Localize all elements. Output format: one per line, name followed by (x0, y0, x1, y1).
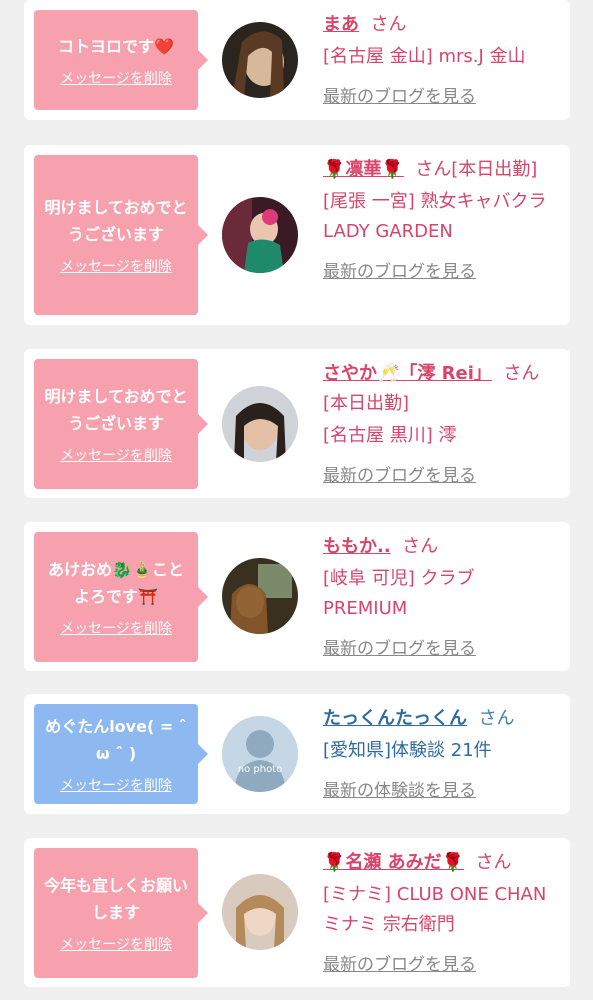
latest-blog-link[interactable]: 最新のブログを見る (323, 257, 559, 287)
avatar[interactable] (222, 22, 298, 98)
message-bubble: あけおめ🐉🎍ことよろです⛩️ メッセージを削除 (34, 532, 208, 662)
honorific: さん[本日出勤] (415, 159, 538, 180)
no-photo-label: no photo (237, 764, 283, 775)
latest-blog-link[interactable]: 最新のブログを見る (323, 634, 559, 664)
message-text: 明けましておめでとうございます (44, 387, 188, 433)
message-bubble: 明けましておめでとうございます メッセージを削除 (34, 155, 208, 315)
message-text: あけおめ🐉🎍ことよろです⛩️ (48, 560, 184, 606)
latest-review-link[interactable]: 最新の体験談を見る (323, 776, 559, 806)
profile-info: さやか🥂「澪 Rei」 さん[本日出勤] [名古屋 黒川] 澪 最新のブログを見… (323, 359, 559, 491)
profile-name-link[interactable]: ももか.. (323, 536, 391, 557)
avatar[interactable] (222, 874, 298, 950)
latest-blog-link[interactable]: 最新のブログを見る (323, 950, 559, 980)
latest-blog-link[interactable]: 最新のブログを見る (323, 461, 559, 491)
profile-info: まあ さん [名古屋 金山] mrs.J 金山 最新のブログを見る (323, 10, 559, 112)
message-bubble: 明けましておめでとうございます メッセージを削除 (34, 359, 208, 489)
message-card: コトヨロです❤️ メッセージを削除 まあ さん [名古屋 金山] mrs.J 金… (24, 0, 570, 120)
shop-info: [岐阜 可児] クラブ PREMIUM (323, 568, 475, 619)
profile-name-link[interactable]: さやか🥂「澪 Rei」 (323, 363, 492, 384)
profile-info: 🌹凛華🌹 さん[本日出勤] [尾張 一宮] 熟女キャバクラ LADY GARDE… (323, 155, 559, 287)
message-card: あけおめ🐉🎍ことよろです⛩️ メッセージを削除 ももか.. さん [岐阜 可児]… (24, 522, 570, 671)
honorific: さん (402, 536, 439, 557)
honorific: さん (370, 14, 407, 35)
avatar[interactable]: no photo (222, 716, 298, 792)
message-card: 明けましておめでとうございます メッセージを削除 さやか🥂「澪 Rei」 さん[… (24, 349, 570, 498)
message-card: めぐたんlove( = ˆ ω ˆ ) メッセージを削除 no photo たっ… (24, 694, 570, 814)
honorific: さん (478, 708, 515, 729)
review-info: [愛知県]体験談 21件 (323, 740, 492, 761)
avatar[interactable] (222, 558, 298, 634)
profile-name-link[interactable]: たっくんたっくん (323, 708, 467, 729)
shop-info: [名古屋 金山] mrs.J 金山 (323, 46, 526, 67)
delete-message-link[interactable]: メッセージを削除 (60, 620, 172, 638)
message-bubble: 今年も宜しくお願いします メッセージを削除 (34, 848, 208, 978)
avatar[interactable] (222, 197, 298, 273)
delete-message-link[interactable]: メッセージを削除 (60, 258, 172, 276)
profile-info: ももか.. さん [岐阜 可児] クラブ PREMIUM 最新のブログを見る (323, 532, 559, 664)
delete-message-link[interactable]: メッセージを削除 (60, 777, 172, 795)
message-bubble: めぐたんlove( = ˆ ω ˆ ) メッセージを削除 (34, 704, 208, 804)
avatar[interactable] (222, 386, 298, 462)
shop-info: [尾張 一宮] 熟女キャバクラ LADY GARDEN (323, 191, 547, 242)
profile-info: 🌹名瀬 あみだ🌹 さん [ミナミ] CLUB ONE CHAN ミナミ 宗右衛門… (323, 848, 559, 980)
honorific: さん (475, 852, 512, 873)
delete-message-link[interactable]: メッセージを削除 (60, 936, 172, 954)
message-text: コトヨロです❤️ (58, 36, 174, 56)
message-text: めぐたんlove( = ˆ ω ˆ ) (45, 717, 187, 763)
message-card: 明けましておめでとうございます メッセージを削除 🌹凛華🌹 さん[本日出勤] [… (24, 145, 570, 325)
delete-message-link[interactable]: メッセージを削除 (60, 447, 172, 465)
profile-info: たっくんたっくん さん [愛知県]体験談 21件 最新の体験談を見る (323, 704, 559, 806)
shop-info: [ミナミ] CLUB ONE CHAN ミナミ 宗右衛門 (323, 884, 547, 935)
latest-blog-link[interactable]: 最新のブログを見る (323, 82, 559, 112)
delete-message-link[interactable]: メッセージを削除 (60, 70, 172, 88)
profile-name-link[interactable]: 🌹名瀬 あみだ🌹 (323, 852, 464, 873)
message-text: 明けましておめでとうございます (44, 198, 188, 244)
shop-info: [名古屋 黒川] 澪 (323, 425, 457, 446)
profile-name-link[interactable]: 🌹凛華🌹 (323, 159, 404, 180)
profile-name-link[interactable]: まあ (323, 14, 359, 35)
message-text: 今年も宜しくお願いします (44, 876, 189, 922)
message-bubble: コトヨロです❤️ メッセージを削除 (34, 10, 208, 110)
message-card: 今年も宜しくお願いします メッセージを削除 🌹名瀬 あみだ🌹 さん [ミナミ] … (24, 838, 570, 987)
